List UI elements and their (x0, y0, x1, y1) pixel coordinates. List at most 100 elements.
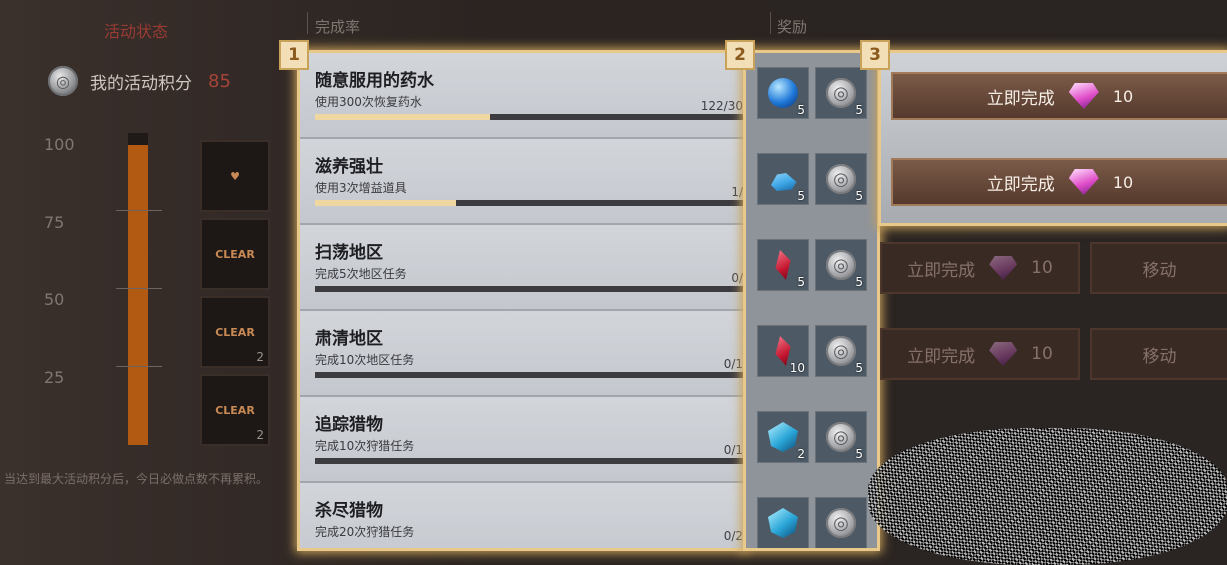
reward-item[interactable]: ◎ 5 (815, 411, 867, 463)
clear-ticket-icon: CLEAR (215, 247, 255, 261)
silver-coin-icon: ◎ (826, 422, 856, 452)
clear-ticket-icon: CLEAR (215, 403, 255, 417)
reward-item[interactable]: 2 (757, 411, 809, 463)
gauge-divider (116, 210, 162, 211)
blue-orb-icon (768, 78, 798, 108)
reward-row: 2 ◎ 5 (746, 397, 877, 483)
task-progress-text: 1/ (731, 185, 743, 199)
task-desc: 使用3次增益道具 (315, 181, 407, 195)
diamond-icon (1068, 169, 1099, 195)
reward-column: 5 ◎ 5 5 ◎ 5 5 ◎ 5 10 ◎ 5 2 ◎ 5 ◎ (743, 50, 880, 551)
complete-now-button[interactable]: 立即完成 10 (891, 158, 1227, 206)
task-row[interactable]: 杀尽猎物 完成20次狩猎任务 0/2 (300, 483, 743, 548)
silver-coin-icon: ◎ (826, 250, 856, 280)
task-progress-text: 0/ (731, 271, 743, 285)
task-row[interactable]: 扫荡地区 完成5次地区任务 0/ (300, 225, 743, 311)
complete-now-label: 立即完成 (907, 260, 976, 281)
task-desc: 完成5次地区任务 (315, 267, 407, 281)
complete-now-button[interactable]: 立即完成 10 (880, 242, 1080, 294)
complete-now-label: 立即完成 (907, 346, 976, 367)
task-desc: 完成10次狩猎任务 (315, 439, 415, 453)
task-progress-bar (315, 458, 743, 464)
activity-note: 当达到最大活动积分后，今日必做点数不再累积。 (4, 472, 269, 486)
complete-now-label: 立即完成 (986, 88, 1055, 109)
gauge-tick-100: 100 (44, 135, 75, 154)
milestone-reward-card[interactable]: ♥ (200, 140, 270, 212)
silver-coin-icon: ◎ (826, 78, 856, 108)
activity-score-row: ◎ 我的活动积分 85 (48, 66, 231, 96)
complete-now-label: 立即完成 (986, 174, 1055, 195)
silver-coin-icon: ◎ (826, 336, 856, 366)
activity-coin-icon: ◎ (48, 66, 78, 96)
task-progress-text: 122/30 (700, 99, 743, 113)
completion-header: 完成率 (315, 18, 361, 36)
activity-gauge (128, 133, 148, 445)
reward-item[interactable]: ◎ 5 (815, 325, 867, 377)
diamond-icon (989, 256, 1018, 280)
task-title: 随意服用的药水 (315, 71, 434, 91)
task-title: 追踪猎物 (315, 415, 383, 435)
step-badge-3: 3 (860, 40, 890, 70)
header-divider (770, 12, 771, 34)
reward-item[interactable]: ◎ 5 (815, 67, 867, 119)
task-progress-bar (315, 286, 743, 292)
reward-item[interactable] (757, 497, 809, 548)
red-crystal-icon (775, 250, 791, 280)
milestone-reward-card[interactable]: CLEAR (200, 218, 270, 290)
reward-item[interactable]: ◎ 5 (815, 239, 867, 291)
gauge-divider (116, 366, 162, 367)
gauge-tick-25: 25 (44, 368, 65, 387)
silver-coin-icon: ◎ (826, 508, 856, 538)
task-row[interactable]: 肃清地区 完成10次地区任务 0/1 (300, 311, 743, 397)
blue-cube-icon (768, 422, 798, 452)
move-button[interactable]: 移动 (1090, 242, 1227, 294)
reward-item[interactable]: 5 (757, 153, 809, 205)
blue-crystal-icon (771, 173, 797, 191)
reward-item[interactable]: 5 (757, 67, 809, 119)
task-progress-text: 0/1 (723, 443, 743, 457)
task-title: 杀尽猎物 (315, 501, 383, 521)
diamond-cost: 10 (1031, 344, 1053, 364)
heart-card-icon: ♥ (230, 169, 240, 183)
milestone-reward-card[interactable]: CLEAR 2 (200, 374, 270, 446)
reward-item[interactable]: ◎ (815, 497, 867, 548)
task-row[interactable]: 随意服用的药水 使用300次恢复药水 122/30 (300, 53, 743, 139)
reward-row: 5 ◎ 5 (746, 53, 877, 139)
move-button[interactable]: 移动 (1090, 328, 1227, 380)
diamond-cost: 10 (1112, 86, 1134, 106)
gauge-divider (116, 288, 162, 289)
activity-gauge-fill (128, 145, 148, 445)
complete-now-button[interactable]: 立即完成 10 (880, 328, 1080, 380)
task-list[interactable]: 随意服用的药水 使用300次恢复药水 122/30 滋养强壮 使用3次增益道具 … (297, 50, 746, 551)
task-title: 肃清地区 (315, 329, 383, 349)
task-progress-bar (315, 200, 743, 206)
diamond-cost: 10 (1112, 172, 1134, 192)
step-badge-1: 1 (279, 40, 309, 70)
task-row[interactable]: 追踪猎物 完成10次狩猎任务 0/1 (300, 397, 743, 483)
task-desc: 使用300次恢复药水 (315, 95, 422, 109)
reward-item[interactable]: 10 (757, 325, 809, 377)
task-row[interactable]: 滋养强壮 使用3次增益道具 1/ (300, 139, 743, 225)
diamond-icon (989, 342, 1018, 366)
task-progress-text: 0/2 (723, 529, 743, 543)
task-desc: 完成10次地区任务 (315, 353, 415, 367)
gauge-tick-75: 75 (44, 213, 65, 232)
task-progress-fill (315, 200, 457, 206)
action-panel: 立即完成 10 立即完成 10 (878, 50, 1227, 226)
silver-coin-icon: ◎ (826, 164, 856, 194)
complete-now-button[interactable]: 立即完成 10 (891, 72, 1227, 120)
reward-item[interactable]: 5 (757, 239, 809, 291)
diamond-cost: 10 (1031, 258, 1053, 278)
reward-item[interactable]: ◎ 5 (815, 153, 867, 205)
move-label: 移动 (1142, 260, 1177, 281)
milestone-reward-card[interactable]: CLEAR 2 (200, 296, 270, 368)
blue-cube-icon (768, 508, 798, 538)
diamond-icon (1068, 83, 1099, 109)
task-progress-fill (315, 114, 491, 120)
reward-header: 奖励 (777, 18, 808, 36)
step-badge-2: 2 (725, 40, 755, 70)
task-progress-bar (315, 372, 743, 378)
activity-status-title: 活动状态 (104, 22, 169, 41)
task-progress-text: 0/1 (723, 357, 743, 371)
reward-row: 5 ◎ 5 (746, 225, 877, 311)
